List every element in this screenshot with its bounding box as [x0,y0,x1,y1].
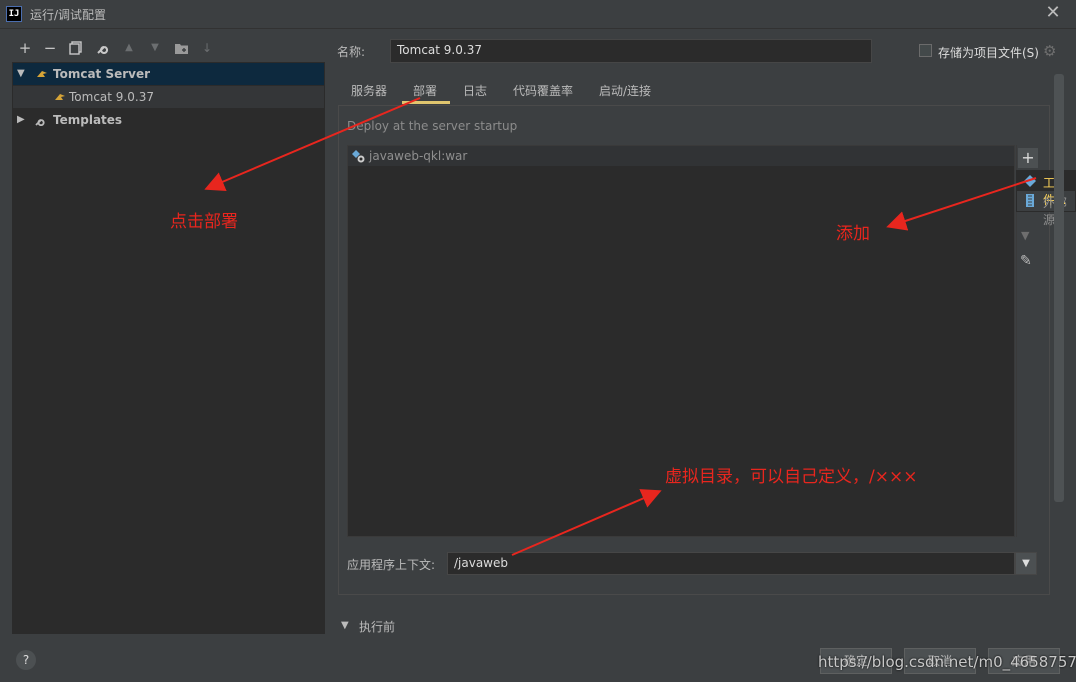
arrow-to-context [511,489,662,556]
annotation-click-deploy: 点击部署 [170,212,238,232]
annotation-virtual-dir: 虚拟目录，可以自己定义，/××× [665,467,918,487]
arrow-to-deploy-tab [204,97,421,191]
annotation-add: 添加 [836,224,870,244]
annotation-arrows [204,97,1037,556]
arrow-to-add-menu [886,177,1037,231]
